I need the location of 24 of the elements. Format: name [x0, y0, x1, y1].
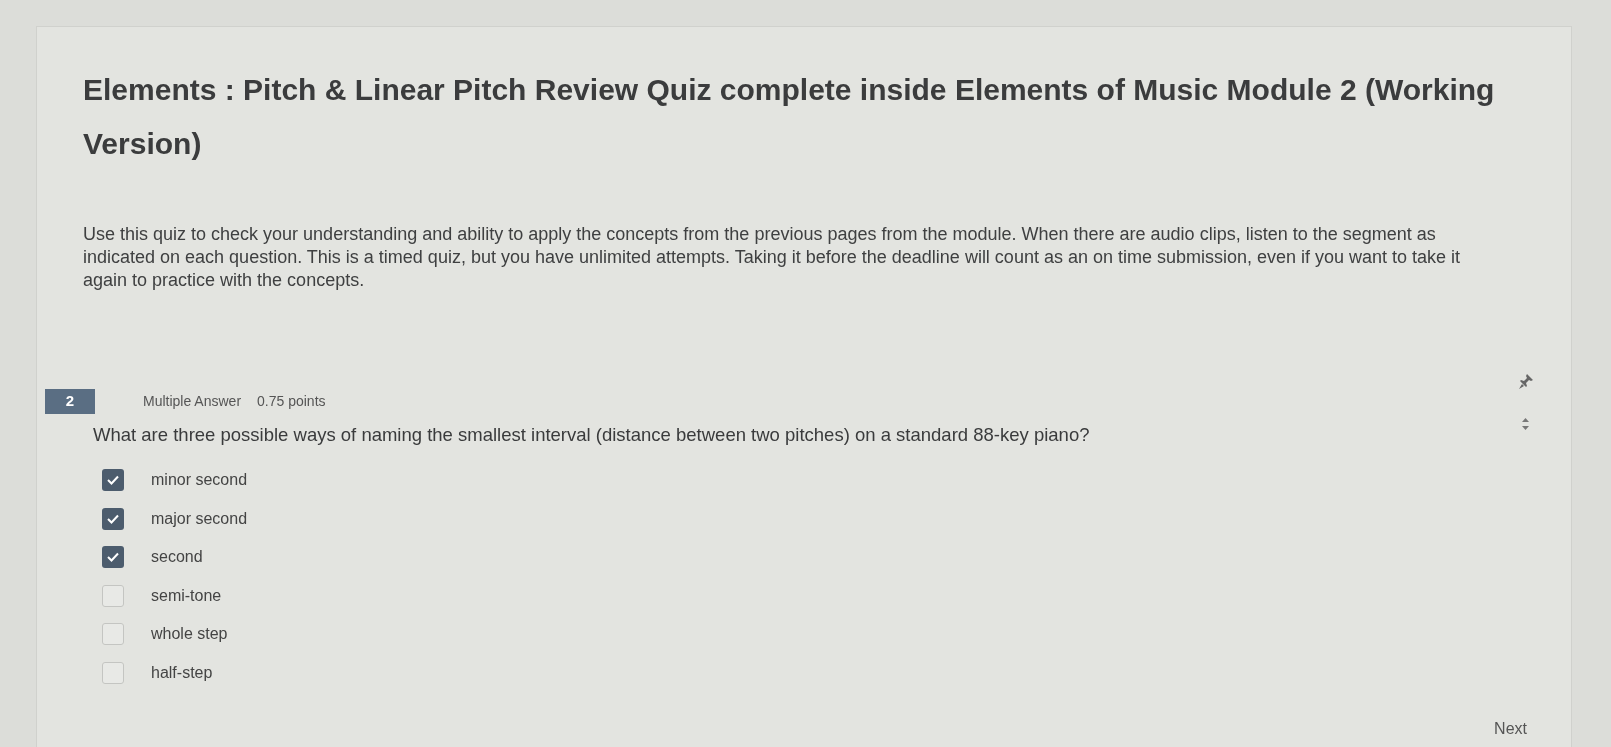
- option-label: second: [151, 547, 203, 567]
- up-down-arrows-icon[interactable]: [1522, 418, 1529, 431]
- question-type: Multiple Answer: [143, 392, 242, 411]
- checkbox[interactable]: [102, 469, 124, 491]
- checkmark-icon: [107, 513, 119, 524]
- checkbox[interactable]: [102, 507, 124, 530]
- option-label: half-step: [151, 662, 213, 683]
- next-button[interactable]: Next: [1490, 715, 1531, 743]
- checkbox[interactable]: [102, 623, 124, 645]
- pin-icon[interactable]: [1519, 374, 1533, 389]
- question-text: What are three possible ways of naming the smallest interval (distance between two pitches) on a standard 88-key piano?: [93, 423, 1090, 447]
- quiz-title: Elements : Pitch & Linear Pitch Review Quiz complete inside Elements of Music Module 2 (Working Version): [83, 72, 1496, 162]
- checkmark-icon: [107, 552, 119, 562]
- checkbox[interactable]: [102, 546, 124, 568]
- quiz-instructions: Use this quiz to check your understanding and ability to apply the concepts from the previous pages from the module. When there are audio clips, listen to the segment as indicated on each question. This is a timed quiz, but you have unlimited attempts. Taking it before the deadline will count as an on time submission, even if you want to take it again to practice with the concepts.: [83, 223, 1462, 292]
- option-label: semi-tone: [151, 585, 222, 606]
- question-number: 2: [45, 389, 95, 414]
- question-points: 0.75 points: [257, 392, 326, 411]
- checkmark-icon: [107, 475, 119, 485]
- option-label: whole step: [151, 624, 228, 644]
- option-label: major second: [151, 508, 248, 529]
- option-label: minor second: [151, 470, 248, 490]
- checkbox[interactable]: [102, 584, 124, 607]
- checkbox[interactable]: [102, 661, 124, 684]
